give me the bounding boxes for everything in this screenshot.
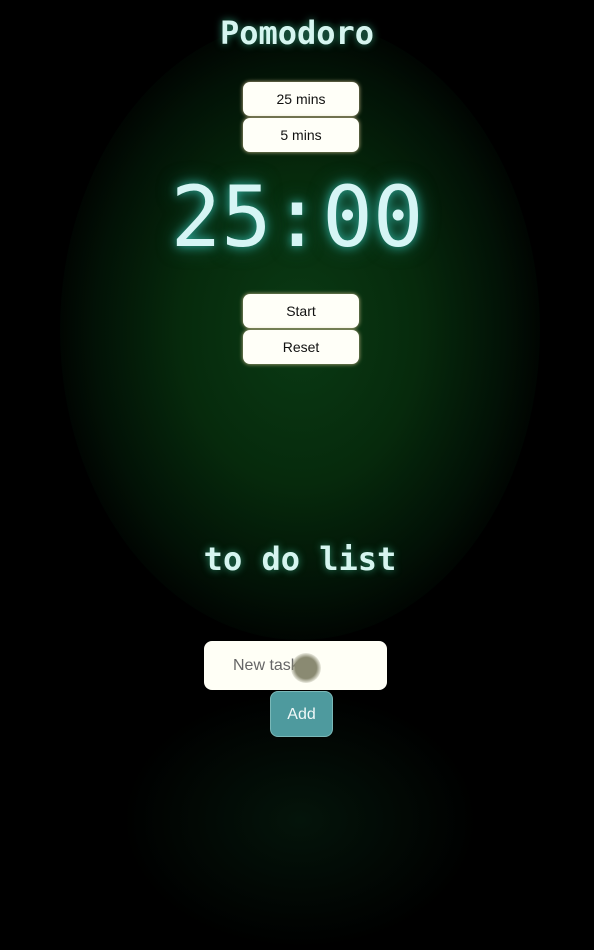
mouse-cursor-indicator: [291, 653, 321, 683]
duration-5-button[interactable]: 5 mins: [243, 118, 359, 152]
timer-display: 25:00: [170, 168, 424, 266]
todo-title: to do list: [203, 540, 397, 578]
start-button[interactable]: Start: [243, 294, 359, 328]
page-title: Pomodoro: [219, 14, 375, 52]
add-task-button[interactable]: Add: [270, 691, 333, 737]
reset-button[interactable]: Reset: [243, 330, 359, 364]
duration-25-button[interactable]: 25 mins: [243, 82, 359, 116]
